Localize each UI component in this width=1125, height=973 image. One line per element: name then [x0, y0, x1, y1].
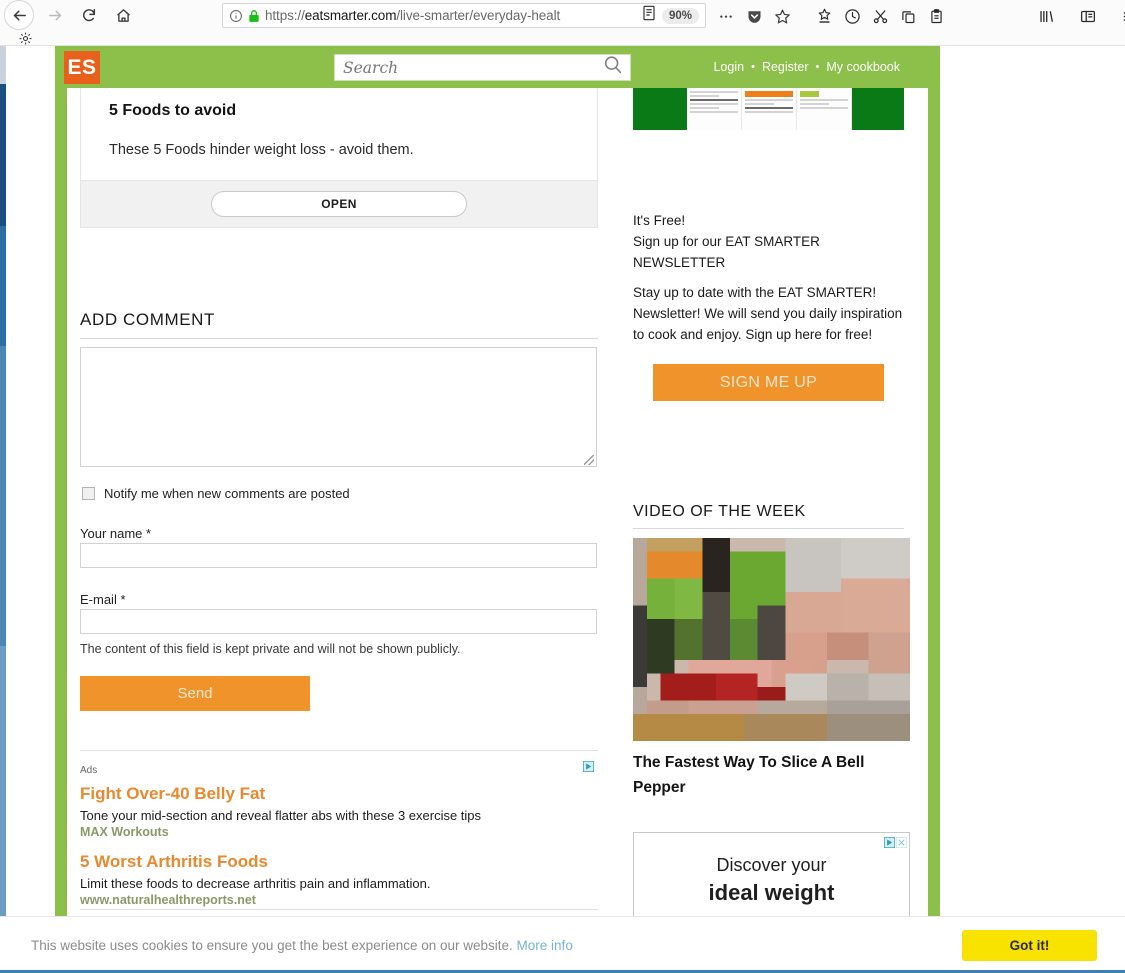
cookie-accept-button[interactable]: Got it! [962, 929, 1097, 961]
notify-checkbox[interactable] [82, 487, 95, 500]
site-body: 5 Foods to avoid These 5 Foods hinder we… [55, 88, 940, 922]
search-placeholder: Search [343, 58, 399, 77]
cookie-message-text: This website uses cookies to ensure you … [31, 937, 513, 953]
page-viewport: ES Search Login • Register • My cookbook… [0, 46, 1125, 973]
scissors-cut-icon[interactable] [866, 3, 894, 29]
ad-title-link[interactable]: Fight Over-40 Belly Fat [80, 784, 598, 804]
magnifier-icon[interactable] [602, 54, 624, 81]
email-field-label: E-mail * [80, 592, 126, 607]
name-input[interactable] [80, 543, 597, 568]
banner-col [797, 88, 852, 130]
notify-checkbox-label: Notify me when new comments are posted [104, 486, 350, 501]
main-column: 5 Foods to avoid These 5 Foods hinder we… [80, 88, 623, 916]
hamburger-menu-icon[interactable] [1116, 3, 1125, 29]
history-clock-icon[interactable] [838, 3, 866, 29]
page-info-icon[interactable] [229, 9, 243, 23]
bottom-ad-line1: Discover your [716, 855, 827, 875]
right-green-strip [928, 88, 940, 916]
reload-button[interactable] [72, 0, 106, 30]
video-thumbnail[interactable] [633, 538, 910, 741]
ad-item: 5 Worst Arthritis Foods Limit these food… [80, 852, 598, 907]
padlock-icon[interactable] [248, 9, 260, 23]
sidebar-banner-ad[interactable] [633, 88, 904, 130]
banner-col [687, 88, 742, 130]
adchoices-icon[interactable] [884, 835, 895, 853]
email-privacy-note: The content of this field is kept privat… [80, 642, 461, 656]
cookie-more-info-link[interactable]: More info [517, 938, 573, 953]
ad-title-link[interactable]: 5 Worst Arthritis Foods [80, 852, 598, 872]
main-bottom-divider [80, 909, 598, 910]
copy-icon[interactable] [894, 3, 922, 29]
add-comment-heading: ADD COMMENT [80, 310, 598, 339]
ad-description: Limit these foods to decrease arthritis … [80, 876, 431, 891]
ellipsis-icon[interactable] [712, 3, 740, 29]
zoom-level-indicator[interactable]: 90% [661, 7, 699, 24]
promo-card: 5 Foods to avoid These 5 Foods hinder we… [80, 88, 598, 228]
banner-col [742, 88, 797, 130]
library-icon[interactable] [1032, 3, 1060, 29]
site-header: ES Search Login • Register • My cookbook [55, 46, 940, 88]
ads-block: Ads Fight Over-40 Belly Fat Tone your mi… [80, 750, 598, 907]
sidebar-bottom-ad[interactable]: Discover your ideal weight [633, 832, 910, 922]
bookmark-star-icon[interactable] [810, 3, 838, 29]
left-green-strip [55, 88, 67, 916]
gear-icon[interactable] [10, 30, 40, 46]
close-icon[interactable] [896, 835, 907, 853]
promo-open-button[interactable]: OPEN [211, 191, 467, 217]
ad-source[interactable]: www.naturalhealthreports.net [80, 893, 598, 907]
nav-link-register[interactable]: Register [755, 60, 816, 74]
toolbar-far-right-group [1032, 2, 1125, 30]
ad-item: Fight Over-40 Belly Fat Tone your mid-se… [80, 784, 598, 839]
promo-footer: OPEN [81, 180, 597, 227]
url-text[interactable]: https://eatsmarter.com/live-smarter/ever… [265, 8, 640, 23]
bell-pepper-video-thumbnail [633, 538, 910, 741]
sign-me-up-button[interactable]: SIGN ME UP [653, 364, 884, 401]
newsletter-body: Stay up to date with the EAT SMARTER! Ne… [633, 285, 903, 342]
video-title[interactable]: The Fastest Way To Slice A Bell Pepper [633, 750, 904, 800]
newsletter-signup-line: Sign up for our EAT SMARTER NEWSLETTER [633, 234, 820, 270]
email-input[interactable] [80, 609, 597, 634]
adchoices-icon[interactable] [583, 759, 594, 772]
ad-source[interactable]: MAX Workouts [80, 825, 598, 839]
cookie-consent-bar: This website uses cookies to ensure you … [0, 916, 1125, 973]
bottom-ad-controls [884, 835, 907, 853]
nav-link-login[interactable]: Login [706, 60, 751, 74]
site-logo[interactable]: ES [64, 51, 100, 84]
navigation-buttons [4, 0, 140, 30]
name-field-label: Your name * [80, 526, 152, 541]
star-bookmark-icon[interactable] [768, 3, 796, 29]
url-bar[interactable]: https://eatsmarter.com/live-smarter/ever… [222, 3, 706, 28]
site-navigation: Login • Register • My cookbook [706, 46, 907, 88]
nav-link-my-cookbook[interactable]: My cookbook [819, 60, 907, 74]
promo-subtitle: These 5 Foods hinder weight loss - avoid… [109, 142, 414, 158]
pocket-shield-icon[interactable] [740, 3, 768, 29]
home-button[interactable] [106, 0, 140, 30]
cookie-message: This website uses cookies to ensure you … [31, 938, 573, 953]
back-button[interactable] [4, 0, 34, 30]
newsletter-free-line: It's Free! [633, 213, 686, 228]
clipboard-paste-icon[interactable] [922, 3, 950, 29]
banner-ad-content [687, 88, 852, 130]
forward-button[interactable] [38, 0, 72, 30]
site-search-box[interactable]: Search [334, 54, 631, 81]
ads-label: Ads [80, 765, 98, 776]
ad-description: Tone your mid-section and reveal flatter… [80, 808, 482, 823]
video-of-week-heading: VIDEO OF THE WEEK [633, 503, 904, 529]
toolbar-icon-group [712, 2, 950, 30]
bottom-ad-line2: ideal weight [708, 880, 835, 905]
notify-checkbox-row[interactable]: Notify me when new comments are posted [82, 486, 350, 501]
sidebar-column: It's Free! Sign up for our EAT SMARTER N… [633, 88, 923, 922]
promo-title: 5 Foods to avoid [109, 102, 237, 119]
resize-grip[interactable] [584, 455, 594, 465]
page-left-margin [6, 46, 55, 973]
sidebar-icon[interactable] [1074, 3, 1102, 29]
browser-toolbar: https://eatsmarter.com/live-smarter/ever… [0, 0, 1125, 46]
send-button[interactable]: Send [80, 676, 310, 711]
reader-view-icon[interactable] [642, 5, 656, 26]
comment-textarea[interactable] [80, 347, 597, 467]
